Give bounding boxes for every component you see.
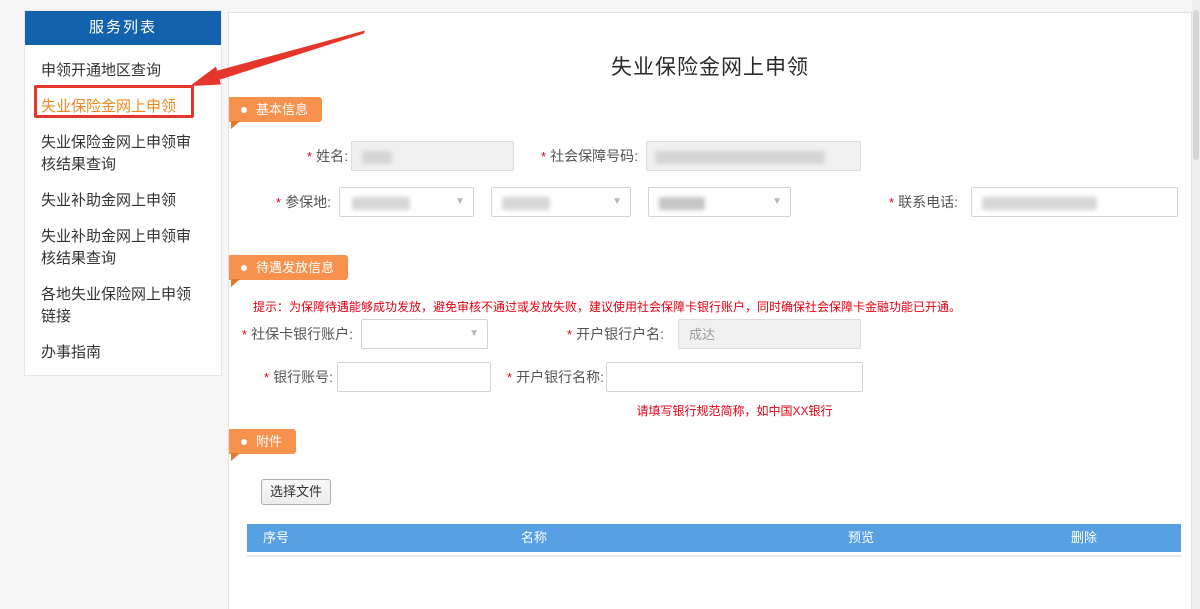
badge-dot-icon <box>241 265 247 271</box>
section-badge-payment: 待遇发放信息 <box>229 255 349 287</box>
section-badge-basic: 基本信息 <box>229 97 323 129</box>
col-header-preview: 预览 <box>848 530 875 545</box>
col-header-index: 序号 <box>263 530 290 545</box>
sidebar-item-subsidy-result-query[interactable]: 失业补助金网上申领审核结果查询 <box>41 226 205 270</box>
sidebar-item-subsidy-apply[interactable]: 失业补助金网上申领 <box>41 190 205 212</box>
payment-hint: 提示：为保障待遇能够成功发放，避免审核不通过或发放失败，建议使用社会保障卡银行账… <box>253 300 962 314</box>
sidebar-menu: 申领开通地区查询 失业保险金网上申领 失业保险金网上申领审核结果查询 失业补助金… <box>25 45 221 364</box>
required-mark: * <box>307 149 313 164</box>
required-mark: * <box>276 195 282 210</box>
ssn-label: * 社会保障号码: <box>519 141 638 171</box>
col-header-name: 名称 <box>521 530 548 545</box>
label-text: 参保地: <box>285 194 331 210</box>
required-mark: * <box>541 149 547 164</box>
section-title: 待遇发放信息 <box>256 260 335 275</box>
sidebar-item-guide[interactable]: 办事指南 <box>41 342 205 364</box>
bank-name-hint: 请填写银行规范简称，如中国XX银行 <box>636 404 833 418</box>
name-input[interactable] <box>351 141 514 171</box>
badge-dot-icon <box>241 439 247 445</box>
redacted-value <box>655 151 825 164</box>
account-holder-label: * 开户银行户名: <box>559 319 664 349</box>
sidebar-item-unemployment-insurance-apply[interactable]: 失业保险金网上申领 <box>41 96 205 118</box>
account-holder-value: 成达 <box>689 327 716 342</box>
section-title: 附件 <box>256 434 283 449</box>
sscard-account-select[interactable] <box>361 319 488 349</box>
phone-label: * 联系电话: <box>869 187 958 217</box>
attachment-table-header: 序号 名称 预览 删除 <box>247 524 1181 552</box>
bank-name-input[interactable] <box>606 362 863 392</box>
required-mark: * <box>889 195 895 210</box>
sidebar-item-apply-result-query[interactable]: 失业保险金网上申领审核结果查询 <box>41 132 205 176</box>
insured-place-label: * 参保地: <box>249 187 331 217</box>
required-mark: * <box>264 370 270 385</box>
redacted-value <box>362 151 392 164</box>
bank-account-label: * 银行账号: <box>249 362 333 392</box>
required-mark: * <box>567 327 573 342</box>
redacted-value <box>352 197 410 210</box>
section-badge-attachment: 附件 <box>229 429 297 461</box>
redacted-value <box>982 197 1097 210</box>
redacted-value <box>502 197 550 210</box>
section-title: 基本信息 <box>256 102 309 117</box>
sidebar-item-regional-links[interactable]: 各地失业保险网上申领链接 <box>41 284 205 328</box>
required-mark: * <box>507 370 513 385</box>
col-header-delete: 删除 <box>1071 530 1098 545</box>
label-text: 银行账号: <box>273 369 333 385</box>
label-text: 开户银行名称: <box>516 369 604 385</box>
ssn-input[interactable] <box>646 141 861 171</box>
label-text: 姓名: <box>316 148 348 164</box>
sscard-account-label: * 社保卡银行账户: <box>239 319 353 349</box>
choose-file-button[interactable]: 选择文件 <box>261 479 331 505</box>
sidebar-item-open-area-query[interactable]: 申领开通地区查询 <box>41 60 205 82</box>
page: 服务列表 申领开通地区查询 失业保险金网上申领 失业保险金网上申领审核结果查询 … <box>0 0 1200 609</box>
bank-name-label: * 开户银行名称: <box>499 362 604 392</box>
page-title: 失业保险金网上申领 <box>611 56 809 79</box>
insured-district-select[interactable] <box>648 187 791 217</box>
insured-city-select[interactable] <box>491 187 631 217</box>
account-holder-input: 成达 <box>678 319 861 349</box>
label-text: 社保卡银行账户: <box>251 326 353 342</box>
bank-account-input[interactable] <box>337 362 491 392</box>
label-text: 开户银行户名: <box>576 326 664 342</box>
redacted-value <box>659 197 705 210</box>
name-label: * 姓名: <box>249 141 348 171</box>
required-mark: * <box>242 327 248 342</box>
label-text: 联系电话: <box>898 194 958 210</box>
scrollbar[interactable] <box>1192 0 1200 609</box>
insured-province-select[interactable] <box>339 187 474 217</box>
badge-dot-icon <box>241 107 247 113</box>
sidebar: 服务列表 申领开通地区查询 失业保险金网上申领 失业保险金网上申领审核结果查询 … <box>24 10 222 376</box>
table-divider <box>247 555 1181 557</box>
main-panel: 失业保险金网上申领 基本信息 * 姓名: * 社会保障号码: * 参保地: ▼ … <box>228 12 1192 609</box>
phone-input[interactable] <box>971 187 1178 217</box>
scrollbar-thumb[interactable] <box>1193 10 1199 160</box>
label-text: 社会保障号码: <box>550 148 638 164</box>
sidebar-header: 服务列表 <box>25 11 221 45</box>
